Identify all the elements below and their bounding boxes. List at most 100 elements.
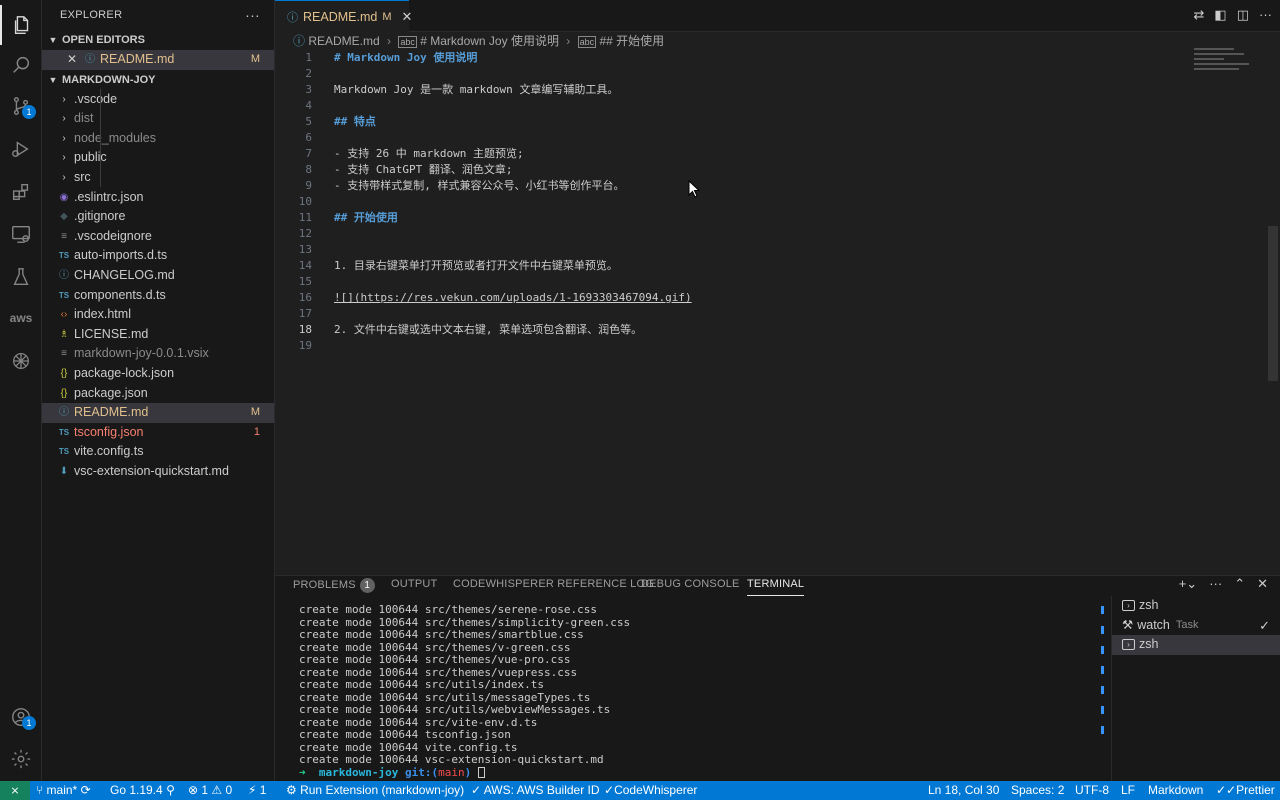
more-actions-icon[interactable]: ···: [1259, 7, 1272, 23]
tree-file[interactable]: ≡ markdown-joy-0.0.1.vsix: [42, 344, 274, 364]
codewhisperer-status[interactable]: ✓CodeWhisperer: [604, 781, 697, 800]
info-icon: ⓘ: [85, 54, 95, 65]
tree-file[interactable]: TS vite.config.ts: [42, 442, 274, 462]
line-number: 15: [298, 275, 312, 288]
minimap[interactable]: [1194, 48, 1254, 88]
code-line: 1 # Markdown Joy 使用说明: [275, 50, 1155, 66]
tree-file[interactable]: TS auto-imports.d.ts: [42, 246, 274, 266]
code-line: 5 ## 特点: [275, 114, 1155, 130]
branch-status[interactable]: ⑂ main* ⟳: [36, 781, 91, 800]
extensions-icon[interactable]: [0, 172, 42, 212]
close-panel-icon[interactable]: ✕: [1257, 576, 1268, 592]
tab-readme[interactable]: ⓘ README.md M ✕: [275, 0, 412, 32]
prettier-status[interactable]: ✓✓Prettier: [1216, 781, 1275, 800]
open-editor-item[interactable]: ✕ ⓘ README.md M: [42, 50, 274, 70]
tree-folder[interactable]: › src: [42, 168, 274, 188]
run-extension-status[interactable]: ⚙ Run Extension (markdown-joy): [286, 781, 464, 800]
source-control-icon[interactable]: 1: [0, 86, 42, 126]
tree-file[interactable]: ≡ .vscodeignore: [42, 227, 274, 247]
go-version-label: Go 1.19.4: [110, 783, 163, 797]
more-actions-icon[interactable]: ···: [245, 0, 260, 30]
breadcrumb-heading-2[interactable]: ## 开始使用: [600, 34, 665, 48]
accounts-icon[interactable]: 1: [0, 697, 42, 737]
split-editor-icon[interactable]: ◫: [1237, 7, 1249, 23]
tree-file[interactable]: TS components.d.ts: [42, 286, 274, 306]
indentation[interactable]: Spaces: 2: [1011, 781, 1064, 800]
code-editor[interactable]: 1 # Markdown Joy 使用说明 2 3 Markdown Joy 是一款 m…: [275, 50, 1155, 354]
close-icon[interactable]: ✕: [64, 50, 80, 70]
maximize-panel-icon[interactable]: ⌃: [1234, 576, 1245, 592]
code-line: 14 1. 目录右键菜单打开预览或者打开文件中右键菜单预览。: [275, 258, 1155, 274]
breadcrumb-file[interactable]: README.md: [308, 34, 379, 48]
indent-guide: [100, 89, 101, 187]
go-version[interactable]: Go 1.19.4 ⚲: [110, 781, 175, 800]
terminal-instance[interactable]: ⚒ watch Task ✓: [1112, 616, 1280, 636]
editor-scrollbar[interactable]: [1268, 226, 1278, 381]
tree-item-label: .vscode: [74, 91, 118, 106]
more-actions-icon[interactable]: ···: [1209, 576, 1222, 592]
tree-file[interactable]: ⬇ vsc-extension-quickstart.md: [42, 462, 274, 482]
info-icon: ⓘ: [59, 407, 69, 419]
tree-file[interactable]: {} package-lock.json: [42, 364, 274, 384]
tree-file[interactable]: ◉ .eslintrc.json: [42, 188, 274, 208]
terminal-caret: [477, 766, 485, 778]
open-changes-icon[interactable]: ⇄: [1194, 7, 1205, 23]
tree-file[interactable]: {} package.json: [42, 384, 274, 404]
chevron-right-icon: ›: [566, 34, 571, 48]
testing-icon[interactable]: [0, 257, 42, 297]
terminal-scroll-markers: [1101, 606, 1104, 746]
end-of-line[interactable]: LF: [1121, 781, 1135, 800]
ts-icon: TS: [58, 427, 70, 437]
close-icon[interactable]: ✕: [402, 9, 413, 25]
explorer-icon[interactable]: [0, 5, 42, 45]
tree-folder[interactable]: › .vscode: [42, 90, 274, 110]
tree-folder[interactable]: › node_modules: [42, 129, 274, 149]
tab-output[interactable]: OUTPUT: [391, 578, 437, 590]
tree-file[interactable]: ‹› index.html: [42, 305, 274, 325]
tree-file[interactable]: ♗ LICENSE.md: [42, 325, 274, 345]
terminal-instance[interactable]: › zsh: [1112, 596, 1280, 616]
search-icon[interactable]: [0, 45, 42, 85]
open-preview-icon[interactable]: ◧: [1214, 7, 1226, 23]
tree-file[interactable]: ◆ .gitignore: [42, 207, 274, 227]
line-number: 3: [305, 83, 312, 96]
terminal-output[interactable]: create mode 100644 src/themes/serene-ros…: [299, 603, 630, 779]
new-terminal-icon[interactable]: +⌄: [1179, 576, 1197, 592]
project-header[interactable]: ▼ MARKDOWN-JOY: [42, 70, 274, 90]
eslint-icon: ◉: [59, 191, 69, 203]
tree-file[interactable]: TS tsconfig.json 1: [42, 423, 274, 443]
tab-problems[interactable]: PROBLEMS 1: [293, 578, 375, 593]
file: ≡: [61, 230, 67, 242]
code-line: 9 - 支持带样式复制, 样式兼容公众号、小红书等创作平台。: [275, 178, 1155, 194]
ports-status[interactable]: ⚡ 1: [248, 781, 266, 800]
encoding[interactable]: UTF-8: [1075, 781, 1109, 800]
tree-file[interactable]: ⓘ README.md M: [42, 403, 274, 423]
json-icon: {}: [60, 367, 68, 379]
terminal-instance[interactable]: › zsh: [1112, 635, 1280, 655]
tree-folder[interactable]: › dist: [42, 109, 274, 129]
remote-indicator-icon[interactable]: ⨯: [0, 781, 30, 800]
tree-item-label: vite.config.ts: [74, 444, 144, 459]
tree-file[interactable]: ⓘ CHANGELOG.md: [42, 266, 274, 286]
tab-debug-console[interactable]: DEBUG CONSOLE: [641, 578, 740, 590]
chatgpt-icon[interactable]: [0, 341, 42, 381]
problems-status[interactable]: ⊗ 1 ⚠ 0: [188, 781, 232, 800]
tab-codewhisperer-log[interactable]: CODEWHISPERER REFERENCE LOG: [453, 578, 654, 590]
aws-status[interactable]: ✓ AWS: AWS Builder ID: [471, 781, 600, 800]
chevron-right-icon: ›: [62, 152, 66, 164]
manage-gear-icon[interactable]: [0, 739, 42, 779]
aws-icon[interactable]: aws: [0, 298, 42, 338]
source-control-badge: 1: [22, 105, 36, 119]
tree-item-label: .eslintrc.json: [74, 189, 144, 204]
tree-folder[interactable]: › public: [42, 148, 274, 168]
language-mode[interactable]: Markdown: [1148, 781, 1203, 800]
terminal-name: zsh: [1139, 637, 1159, 652]
remote-explorer-icon[interactable]: [0, 214, 42, 254]
branch-icon: ⑂: [36, 783, 47, 797]
cursor-position[interactable]: Ln 18, Col 30: [928, 781, 999, 800]
mouse-cursor-icon: [688, 180, 700, 198]
run-debug-icon[interactable]: [0, 129, 42, 169]
open-editors-header[interactable]: ▼ OPEN EDITORS: [42, 30, 274, 50]
tab-terminal[interactable]: TERMINAL: [747, 578, 805, 596]
breadcrumb-heading-1[interactable]: # Markdown Joy 使用说明: [420, 34, 559, 48]
